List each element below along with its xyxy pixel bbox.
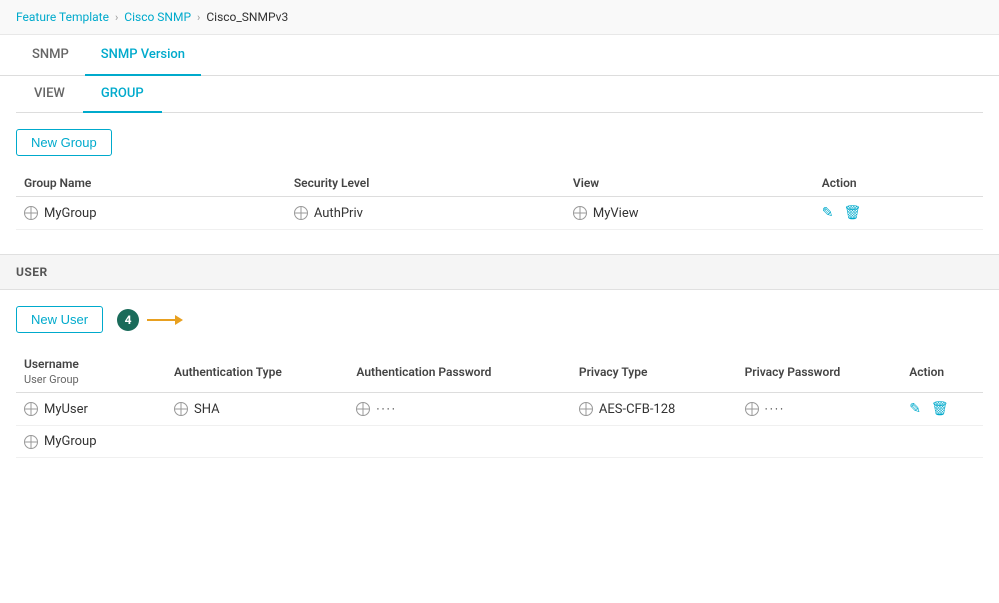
breadcrumb-sep-1: › — [115, 11, 118, 24]
auth-password-value: ···· — [376, 402, 397, 416]
auth-type-cell: SHA — [166, 393, 348, 426]
col-group-name: Group Name — [16, 168, 286, 197]
user-section-content: New User 4 Username User Group Authentic… — [0, 290, 999, 458]
top-tabs: SNMP SNMP Version — [0, 35, 999, 76]
globe-icon — [745, 402, 759, 416]
tab-snmp-version[interactable]: SNMP Version — [85, 35, 201, 76]
delete-group-button[interactable]: 🗑 — [843, 205, 861, 221]
privacy-type-cell: AES-CFB-128 — [571, 393, 737, 426]
edit-group-button[interactable]: ✎ — [822, 205, 834, 221]
new-user-button[interactable]: New User — [16, 306, 103, 333]
col-security-level: Security Level — [286, 168, 565, 197]
user-group-value: MyGroup — [44, 434, 97, 449]
col-auth-password: Authentication Password — [348, 349, 571, 393]
username-value: MyUser — [44, 402, 88, 417]
col-action: Action — [814, 168, 983, 197]
user-action-cell: ✎ 🗑 — [901, 393, 983, 426]
user-table-row: MyUser SHA ···· — [16, 393, 983, 426]
new-user-wrapper: New User 4 — [16, 306, 983, 333]
delete-user-button[interactable]: 🗑 — [931, 401, 949, 417]
user-group-cell: MyGroup — [16, 426, 983, 458]
globe-icon — [24, 402, 38, 416]
globe-icon — [24, 206, 38, 220]
table-row: MyGroup AuthPriv MyView — [16, 197, 983, 230]
group-name-value: MyGroup — [44, 206, 97, 221]
globe-icon — [174, 402, 188, 416]
privacy-password-value: ···· — [765, 402, 786, 416]
user-group-row: MyGroup — [16, 426, 983, 458]
auth-password-cell: ···· — [348, 393, 571, 426]
sub-tab-group[interactable]: GROUP — [83, 76, 162, 113]
view-cell: MyView — [565, 197, 814, 230]
user-section-header: USER — [0, 254, 999, 290]
globe-icon — [356, 402, 370, 416]
auth-type-value: SHA — [194, 402, 220, 417]
globe-icon — [294, 206, 308, 220]
globe-icon — [24, 435, 38, 449]
privacy-password-cell: ···· — [737, 393, 902, 426]
breadcrumb: Feature Template › Cisco SNMP › Cisco_SN… — [0, 0, 999, 35]
col-privacy-password: Privacy Password — [737, 349, 902, 393]
edit-user-button[interactable]: ✎ — [909, 401, 921, 417]
col-privacy-type: Privacy Type — [571, 349, 737, 393]
col-auth-type: Authentication Type — [166, 349, 348, 393]
sub-tab-view[interactable]: VIEW — [16, 76, 83, 113]
col-view: View — [565, 168, 814, 197]
breadcrumb-cisco-snmp[interactable]: Cisco SNMP — [124, 10, 191, 24]
arrow-indicator — [147, 313, 183, 327]
security-level-value: AuthPriv — [314, 206, 363, 221]
globe-icon — [579, 402, 593, 416]
main-section: VIEW GROUP New Group Group Name Security… — [0, 76, 999, 230]
security-level-cell: AuthPriv — [286, 197, 565, 230]
username-cell: MyUser — [16, 393, 166, 426]
tab-snmp[interactable]: SNMP — [16, 35, 85, 76]
globe-icon — [573, 206, 587, 220]
breadcrumb-feature-template[interactable]: Feature Template — [16, 10, 109, 24]
col-username: Username User Group — [16, 349, 166, 393]
group-name-cell: MyGroup — [16, 197, 286, 230]
col-user-action: Action — [901, 349, 983, 393]
breadcrumb-sep-2: › — [197, 11, 200, 24]
user-badge: 4 — [117, 309, 139, 331]
group-table: Group Name Security Level View Action My… — [16, 168, 983, 230]
privacy-type-value: AES-CFB-128 — [599, 402, 675, 417]
breadcrumb-cisco-snmpv3: Cisco_SNMPv3 — [206, 10, 288, 24]
new-group-button[interactable]: New Group — [16, 129, 112, 156]
sub-tabs: VIEW GROUP — [16, 76, 983, 113]
action-cell: ✎ 🗑 — [814, 197, 983, 230]
user-table: Username User Group Authentication Type … — [16, 349, 983, 458]
view-value: MyView — [593, 206, 639, 221]
